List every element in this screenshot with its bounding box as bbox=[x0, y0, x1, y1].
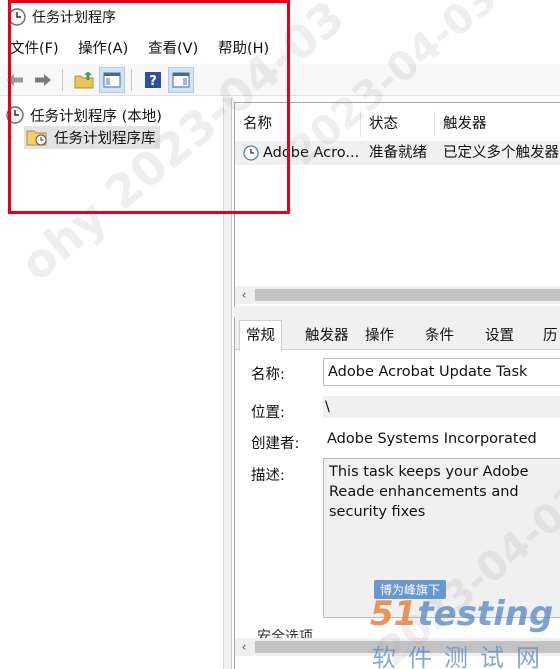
author-label: 创建者: bbox=[251, 436, 300, 452]
cell-status: 准备就绪 bbox=[369, 145, 427, 161]
logo-brand: 51testing bbox=[370, 594, 554, 634]
logo-subtitle: 软件测试网 bbox=[372, 644, 552, 669]
cell-trigger: 已定义多个触发器 bbox=[443, 145, 559, 161]
description-label: 描述: bbox=[251, 468, 285, 484]
scrollbar-thumb[interactable] bbox=[255, 289, 560, 301]
tab-triggers[interactable]: 触发器 bbox=[299, 322, 355, 350]
name-label: 名称: bbox=[251, 367, 285, 383]
annotation-highlight-box bbox=[8, 0, 290, 214]
tab-actions[interactable]: 操作 bbox=[359, 322, 400, 350]
51testing-logo: 博为峰旗下 51testing 软件测试网 bbox=[368, 580, 558, 669]
tab-general[interactable]: 常规 bbox=[239, 320, 282, 351]
scroll-left-icon[interactable]: ‹ bbox=[235, 640, 253, 654]
task-name-field[interactable]: Adobe Acrobat Update Task bbox=[323, 358, 560, 386]
detail-tabs: 常规 触发器 操作 条件 设置 历 bbox=[235, 318, 560, 351]
horizontal-splitter[interactable] bbox=[234, 306, 560, 318]
tab-settings[interactable]: 设置 bbox=[479, 322, 520, 350]
list-horizontal-scrollbar[interactable]: ‹ bbox=[235, 286, 560, 304]
column-header-trigger[interactable]: 触发器 bbox=[435, 111, 560, 137]
location-label: 位置: bbox=[251, 405, 285, 421]
scroll-left-icon[interactable]: ‹ bbox=[235, 288, 253, 302]
tab-conditions[interactable]: 条件 bbox=[419, 322, 460, 350]
location-value: \ bbox=[323, 396, 560, 418]
tab-history[interactable]: 历 bbox=[537, 322, 560, 350]
author-value: Adobe Systems Incorporated bbox=[327, 431, 537, 447]
